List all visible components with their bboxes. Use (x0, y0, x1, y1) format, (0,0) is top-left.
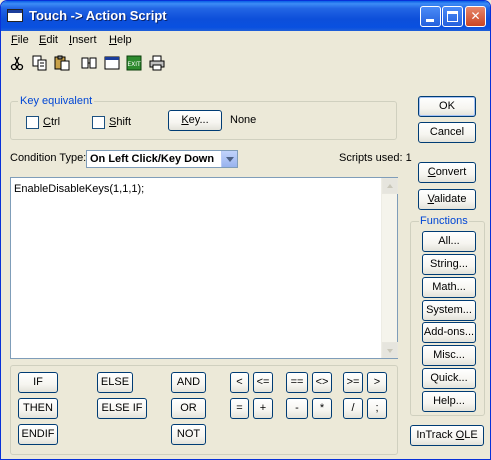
shift-checkbox[interactable] (92, 116, 105, 129)
maximize-icon (447, 11, 458, 22)
menu-bar: File Edit Insert Help (1, 31, 490, 51)
multiply-button[interactable]: * (312, 398, 332, 419)
or-button[interactable]: OR (171, 398, 206, 419)
editor-scrollbar[interactable] (381, 178, 398, 358)
condition-type-value: On Left Click/Key Down (90, 153, 215, 165)
menu-insert[interactable]: Insert (69, 34, 97, 46)
functions-all-button[interactable]: All... (422, 231, 476, 252)
menu-file[interactable]: File (11, 34, 29, 46)
greater-than-button[interactable]: > (367, 372, 387, 393)
find-icon[interactable] (81, 55, 97, 71)
menu-help[interactable]: Help (109, 34, 132, 46)
not-button[interactable]: NOT (171, 424, 206, 445)
key-value: None (230, 114, 257, 126)
else-if-button[interactable]: ELSE IF (97, 398, 147, 419)
script-editor[interactable]: EnableDisableKeys(1,1,1); (10, 177, 398, 359)
cancel-button[interactable]: Cancel (418, 122, 476, 143)
action-script-window: Touch -> Action Script ✕ File Edit Inser… (0, 0, 491, 460)
then-button[interactable]: THEN (18, 398, 58, 419)
endif-button[interactable]: ENDIF (18, 424, 58, 445)
functions-label: Functions (419, 215, 469, 227)
print-icon[interactable] (149, 55, 165, 71)
ok-button[interactable]: OK (418, 96, 476, 117)
functions-addons-button[interactable]: Add-ons... (422, 322, 476, 343)
functions-misc-button[interactable]: Misc... (422, 345, 476, 366)
condition-type-select[interactable]: On Left Click/Key Down (86, 150, 238, 168)
maximize-button[interactable] (442, 6, 463, 27)
less-than-button[interactable]: < (230, 372, 249, 393)
functions-string-button[interactable]: String... (422, 254, 476, 275)
window-icon[interactable] (104, 55, 120, 71)
ctrl-checkbox[interactable] (26, 116, 39, 129)
functions-quick-button[interactable]: Quick... (422, 368, 476, 389)
plus-button[interactable]: + (253, 398, 273, 419)
scroll-down-icon[interactable] (382, 342, 398, 358)
close-icon: ✕ (470, 9, 481, 23)
key-equivalent-label: Key equivalent (18, 95, 95, 107)
scripts-used-label: Scripts used: 1 (339, 152, 412, 164)
minimize-icon (426, 19, 434, 22)
not-equal-button[interactable]: <> (312, 372, 332, 393)
semicolon-button[interactable]: ; (367, 398, 387, 419)
divide-button[interactable]: / (343, 398, 363, 419)
convert-button[interactable]: Convert (418, 162, 476, 183)
toolbar: EXIT (1, 53, 490, 75)
title-bar[interactable]: Touch -> Action Script ✕ (1, 1, 490, 31)
condition-type-label: Condition Type: (10, 152, 87, 164)
window-title: Touch -> Action Script (29, 8, 167, 23)
copy-icon[interactable] (32, 55, 48, 71)
greater-equal-button[interactable]: >= (343, 372, 363, 393)
functions-system-button[interactable]: System... (422, 300, 476, 321)
menu-edit[interactable]: Edit (39, 34, 58, 46)
scroll-up-icon[interactable] (382, 178, 398, 194)
chevron-down-icon[interactable] (221, 151, 237, 167)
validate-button[interactable]: Validate (418, 189, 476, 210)
assign-button[interactable]: = (230, 398, 249, 419)
minus-button[interactable]: - (286, 398, 308, 419)
exit-icon[interactable]: EXIT (126, 55, 142, 71)
less-equal-button[interactable]: <= (253, 372, 273, 393)
if-button[interactable]: IF (18, 372, 58, 393)
window-icon (7, 9, 23, 22)
minimize-button[interactable] (420, 6, 441, 27)
and-button[interactable]: AND (171, 372, 206, 393)
script-text[interactable]: EnableDisableKeys(1,1,1); (14, 183, 144, 195)
cut-icon[interactable] (9, 55, 25, 71)
functions-help-button[interactable]: Help... (422, 391, 476, 412)
close-button[interactable]: ✕ (465, 6, 486, 27)
shift-label[interactable]: Shift (109, 116, 131, 128)
svg-text:EXIT: EXIT (127, 61, 141, 68)
intrack-ole-button[interactable]: InTrack OLE (410, 425, 484, 446)
equals-button[interactable]: == (286, 372, 308, 393)
functions-math-button[interactable]: Math... (422, 277, 476, 298)
key-button[interactable]: Key... (168, 110, 222, 131)
paste-icon[interactable] (54, 55, 70, 71)
else-button[interactable]: ELSE (97, 372, 133, 393)
ctrl-label[interactable]: Ctrl (43, 116, 60, 128)
